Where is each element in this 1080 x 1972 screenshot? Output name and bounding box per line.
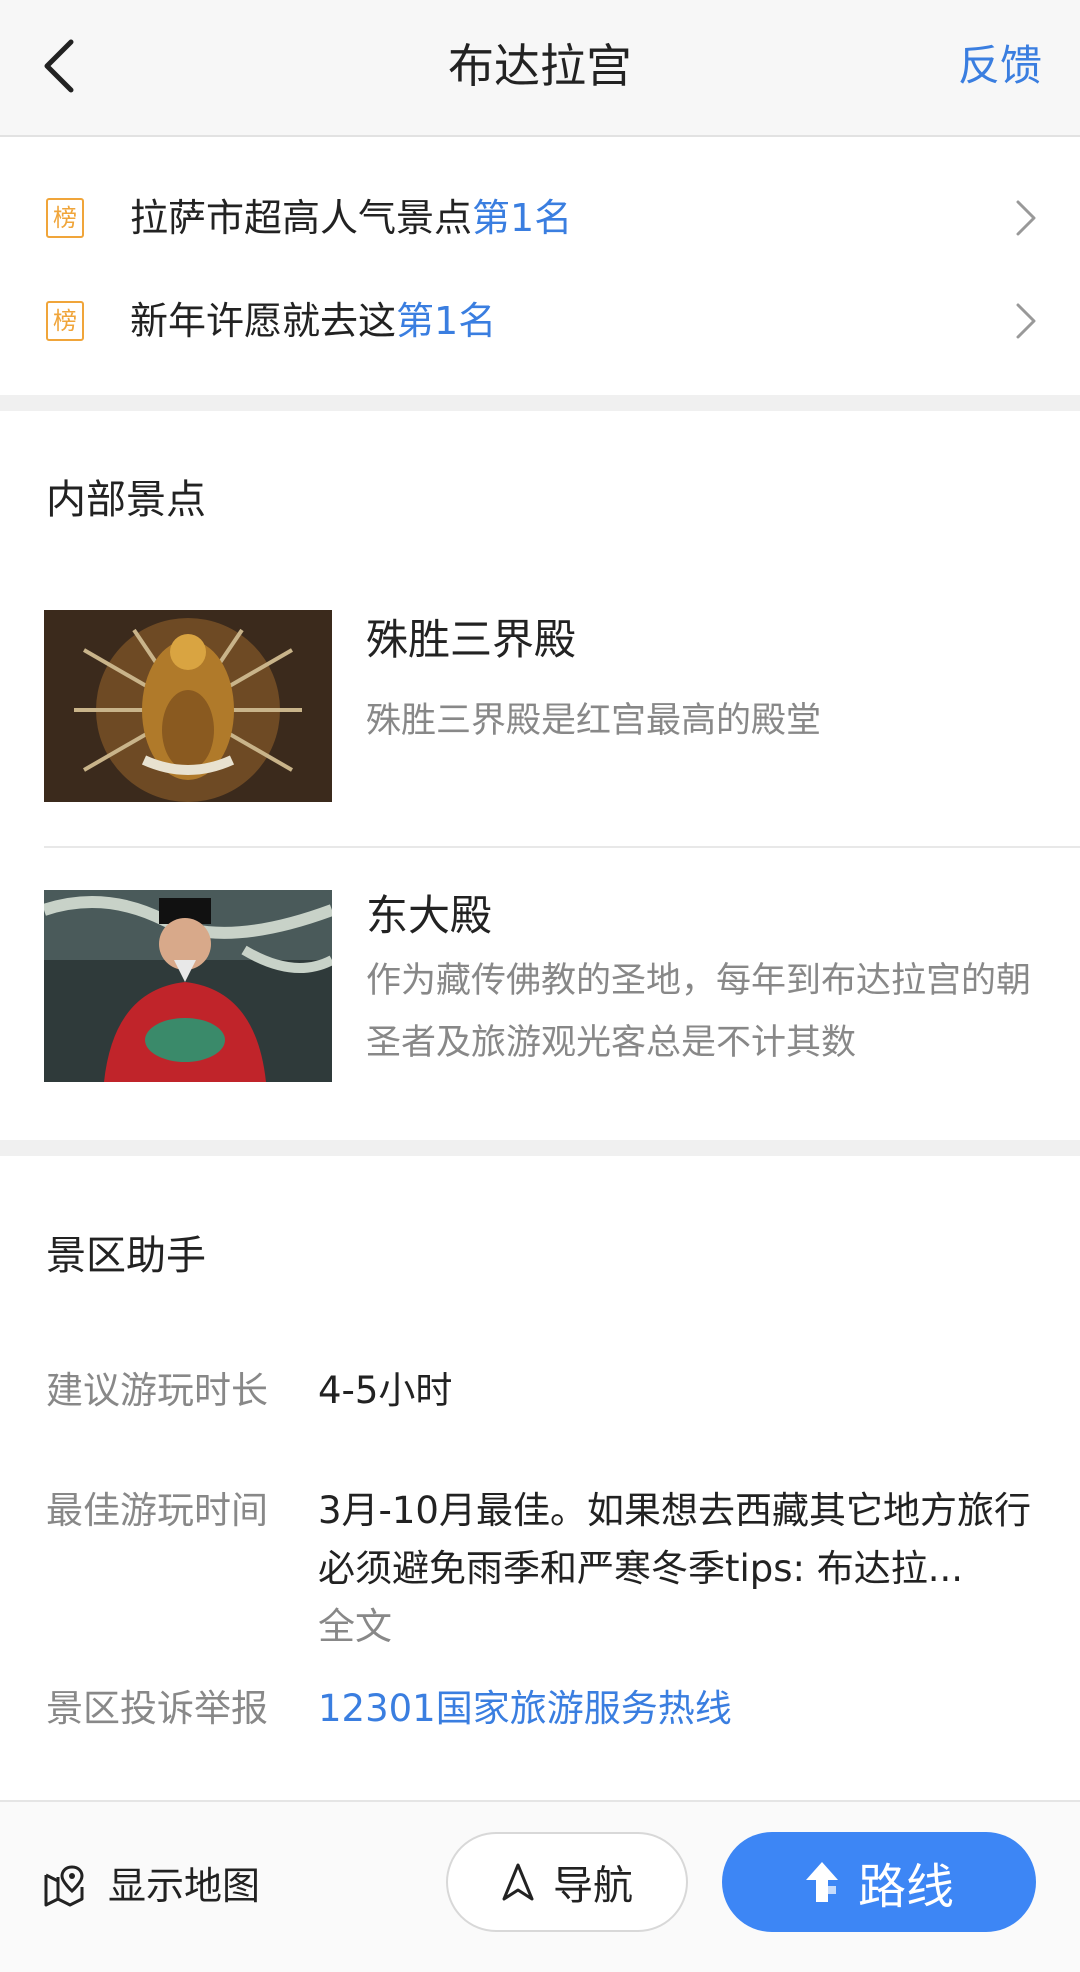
spot-name: 殊胜三界殿 <box>366 615 577 664</box>
top-bar: 布达拉宫 反馈 <box>0 0 1080 137</box>
list-divider <box>44 846 1080 848</box>
chevron-right-icon <box>1016 200 1036 236</box>
spot-thumbnail <box>44 610 332 802</box>
info-label: 景区投诉举报 <box>46 1687 268 1730</box>
rank-item[interactable]: 榜 拉萨市超高人气景点第1名 <box>0 173 1080 263</box>
bottom-action-bar: 显示地图 导航 路线 <box>0 1800 1080 1972</box>
rank-badge: 榜 <box>46 198 84 238</box>
spot-thumbnail <box>44 890 332 1082</box>
show-map-button[interactable]: 显示地图 <box>42 1856 260 1916</box>
route-label: 路线 <box>857 1859 954 1915</box>
spot-description: 作为藏传佛教的圣地，每年到布达拉宫的朝圣者及旅游观光客总是不计其数 <box>366 961 1032 1063</box>
route-button[interactable]: 路线 <box>722 1832 1036 1932</box>
info-value-duration: 4-5小时 <box>318 1369 453 1412</box>
ranking-section: 榜 拉萨市超高人气景点第1名 榜 新年许愿就去这第1名 <box>0 147 1080 395</box>
info-label: 建议游玩时长 <box>46 1369 268 1412</box>
navigation-arrow-icon <box>502 1863 534 1901</box>
page-title: 布达拉宫 <box>448 39 632 93</box>
hotline-link[interactable]: 12301国家旅游服务热线 <box>318 1680 1038 1738</box>
rank-position: 第1名 <box>396 299 497 343</box>
map-pin-icon <box>44 1865 84 1907</box>
chevron-right-icon <box>1016 303 1036 339</box>
spot-description: 殊胜三界殿是红宫最高的殿堂 <box>366 701 822 741</box>
spot-name: 东大殿 <box>366 891 493 940</box>
route-arrow-icon <box>805 1862 838 1902</box>
feedback-button[interactable]: 反馈 <box>958 30 1042 102</box>
read-more-link[interactable]: 全文 <box>318 1598 1038 1656</box>
rank-label: 拉萨市超高人气景点第1名 <box>130 196 573 240</box>
spot-item[interactable]: 东大殿 作为藏传佛教的圣地，每年到布达拉宫的朝圣者及旅游观光客总是不计其数 <box>0 890 1080 1090</box>
rank-label: 新年许愿就去这第1名 <box>130 299 497 343</box>
best-time-text: 3月-10月最佳。如果想去西藏其它地方旅行必须避免雨季和严寒冬季tips: 布达… <box>318 1489 1031 1590</box>
section-title-inner-spots: 内部景点 <box>46 477 206 523</box>
navigation-label: 导航 <box>553 1863 633 1909</box>
section-divider <box>0 395 1080 411</box>
spot-item[interactable]: 殊胜三界殿 殊胜三界殿是红宫最高的殿堂 <box>0 610 1080 848</box>
section-divider <box>0 1140 1080 1156</box>
show-map-label: 显示地图 <box>108 1864 261 1908</box>
section-title-assistant: 景区助手 <box>46 1233 206 1279</box>
info-label: 最佳游玩时间 <box>46 1489 268 1532</box>
rank-item[interactable]: 榜 新年许愿就去这第1名 <box>0 276 1080 366</box>
navigation-button[interactable]: 导航 <box>446 1832 688 1932</box>
rank-position: 第1名 <box>472 196 573 240</box>
rank-badge: 榜 <box>46 301 84 341</box>
info-value-best-time: 3月-10月最佳。如果想去西藏其它地方旅行必须避免雨季和严寒冬季tips: 布达… <box>318 1482 1038 1656</box>
